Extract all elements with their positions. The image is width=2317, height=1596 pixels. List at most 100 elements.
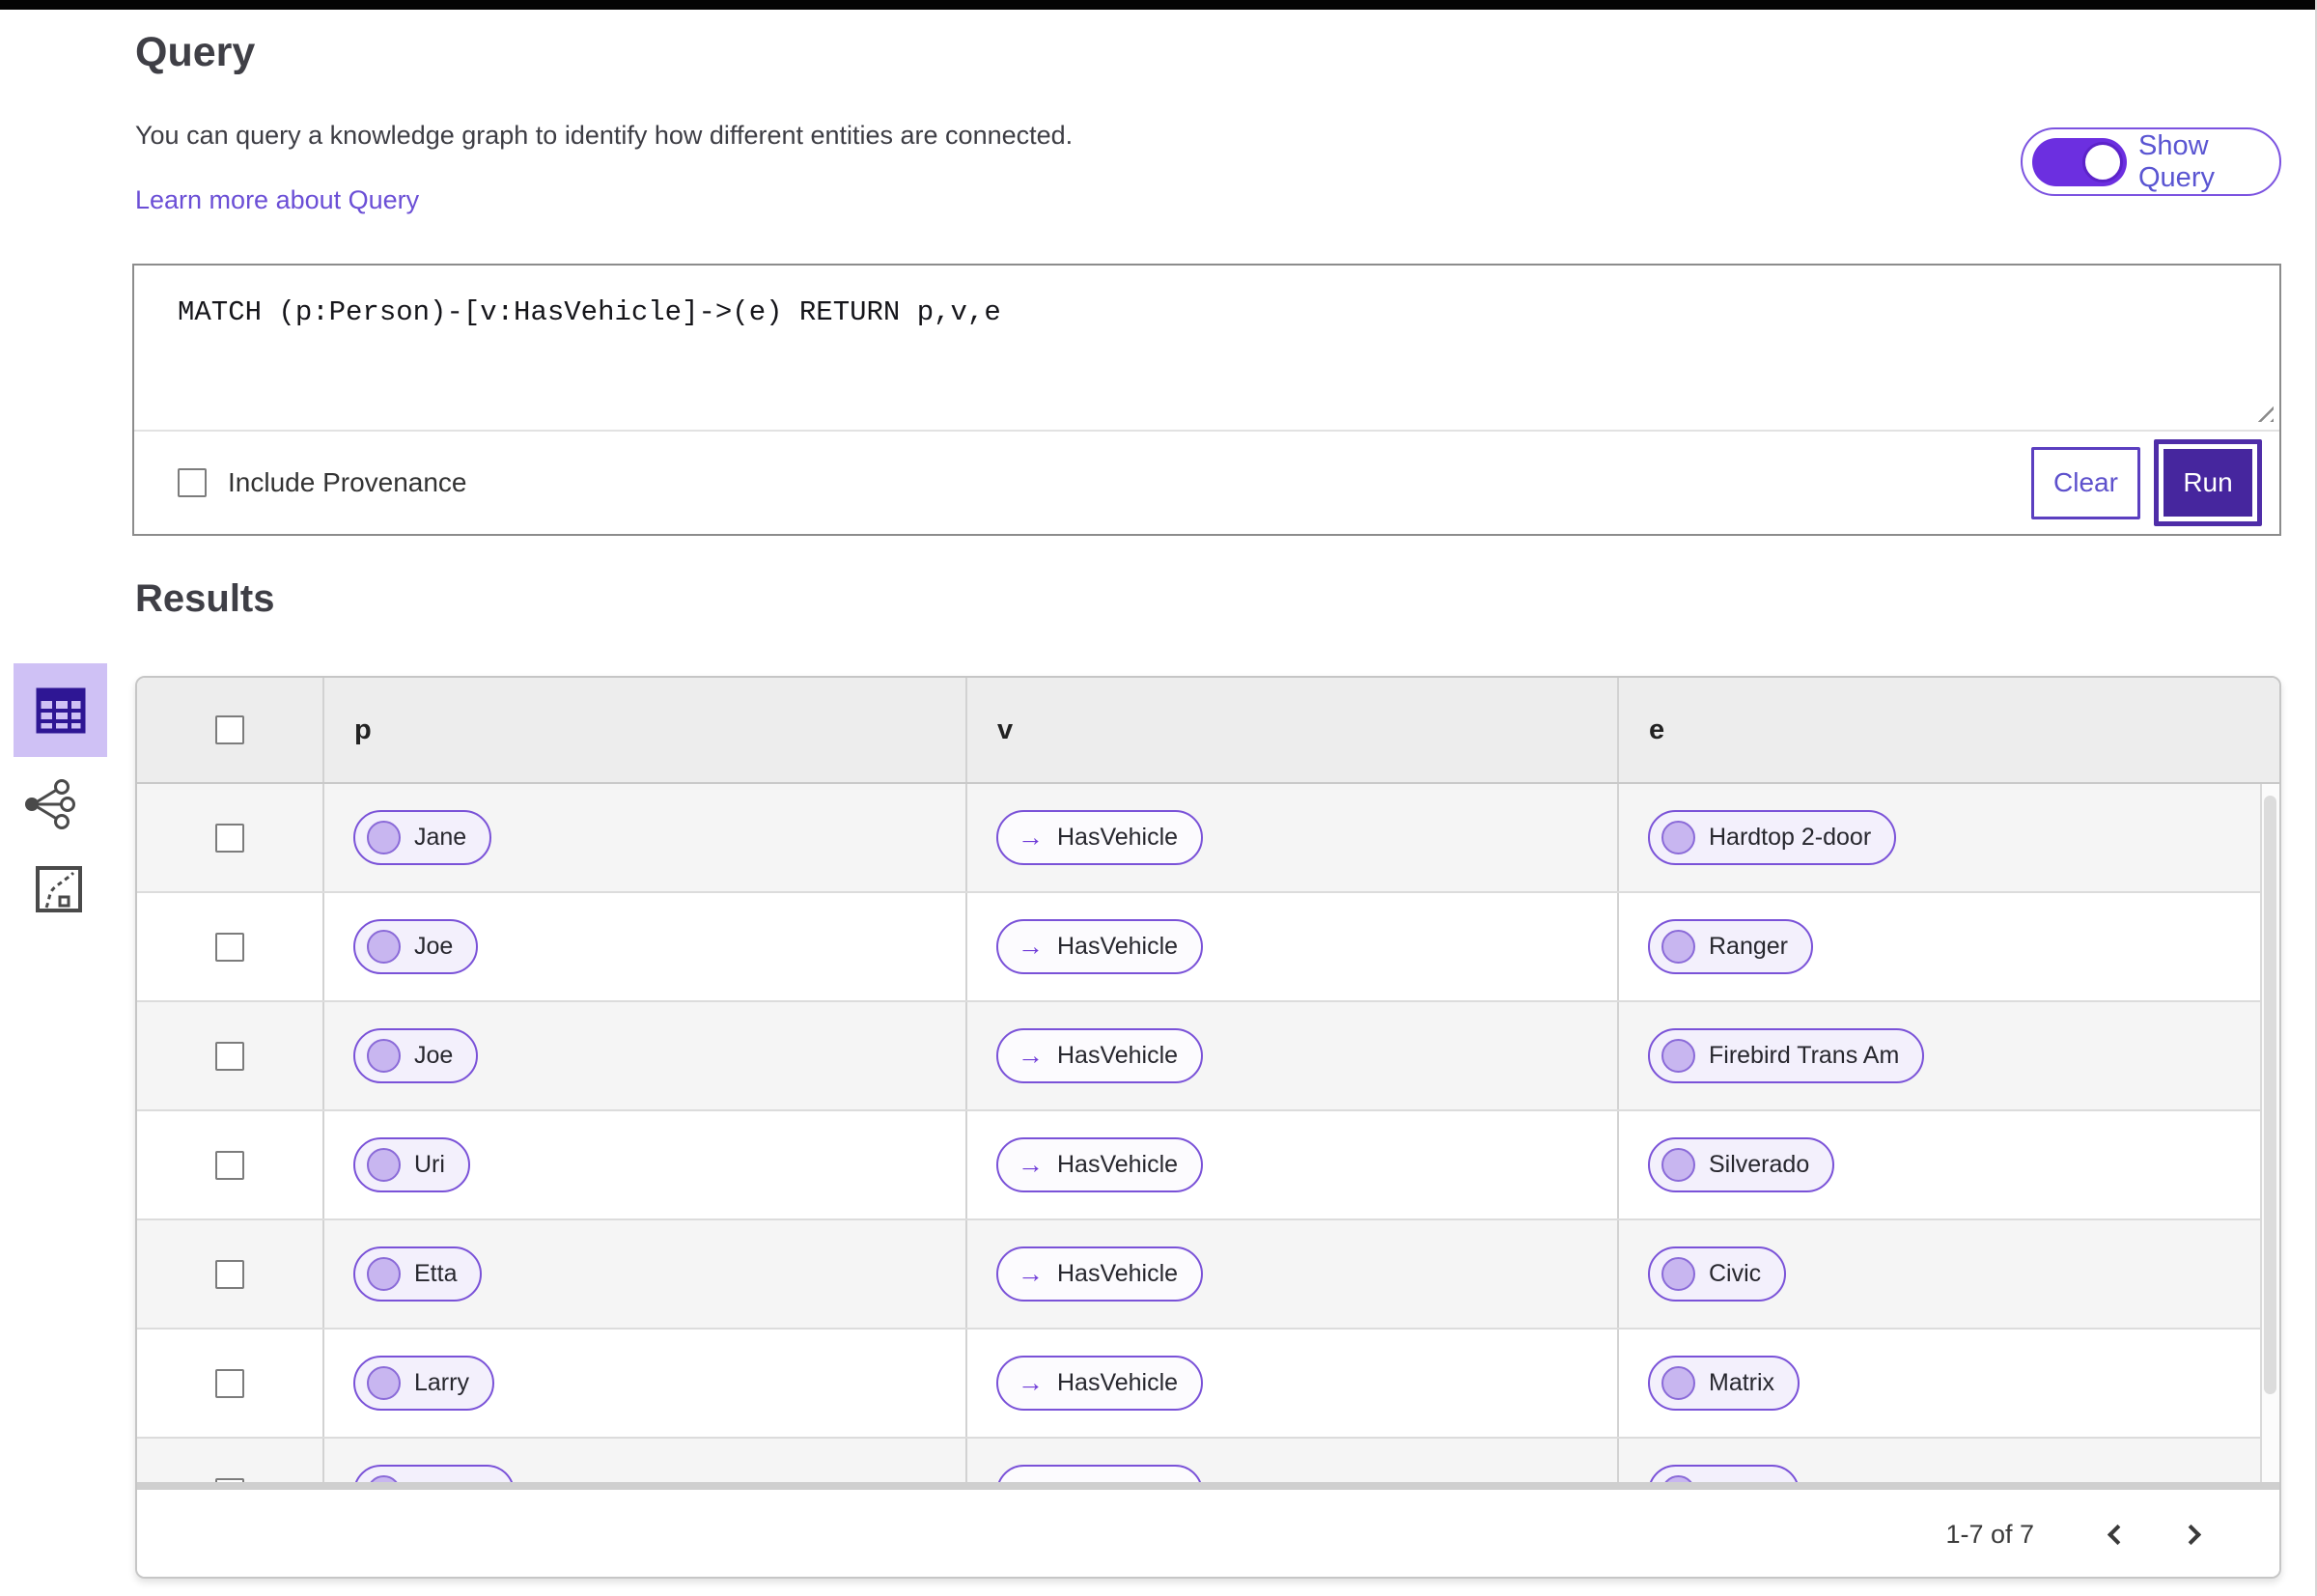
node-label: Firebird Trans Am bbox=[1709, 1042, 1900, 1069]
node-label: Lauren bbox=[414, 1478, 489, 1482]
edge-pill[interactable]: → HasVehicle bbox=[996, 810, 1204, 865]
edge-label: HasVehicle bbox=[1057, 1369, 1179, 1396]
column-header-p: p bbox=[324, 678, 967, 782]
node-pill[interactable]: Jane bbox=[353, 810, 492, 865]
node-label: Joe bbox=[414, 933, 454, 960]
view-switcher-table[interactable] bbox=[14, 663, 107, 757]
row-checkbox[interactable] bbox=[215, 823, 244, 853]
vertical-scrollbar[interactable] bbox=[2260, 784, 2279, 1482]
node-pill[interactable]: Ranger bbox=[1648, 919, 1813, 974]
node-label: Hardtop 2-door bbox=[1709, 824, 1872, 851]
edge-pill[interactable]: → HasVehicle bbox=[996, 1356, 1204, 1411]
learn-more-link[interactable]: Learn more about Query bbox=[135, 185, 419, 215]
edge-pill[interactable]: → HasVehicle bbox=[996, 1246, 1204, 1302]
node-icon bbox=[367, 1039, 401, 1073]
edge-label: HasVehicle bbox=[1057, 824, 1179, 851]
node-label: Jane bbox=[414, 824, 467, 851]
view-switcher-network[interactable] bbox=[21, 778, 77, 830]
table-view-icon bbox=[36, 687, 85, 733]
select-all-checkbox[interactable] bbox=[215, 715, 244, 744]
node-pill[interactable]: Matrix bbox=[1648, 1356, 1801, 1411]
table-row: Joe → HasVehicle Ranger bbox=[137, 893, 2279, 1002]
row-checkbox[interactable] bbox=[215, 1259, 244, 1289]
results-table-card: p v e Jane → HasVehicle Hardtop 2-door Jo… bbox=[135, 676, 2281, 1579]
row-checkbox[interactable] bbox=[215, 1477, 244, 1482]
query-editor[interactable]: MATCH (p:Person)-[v:HasVehicle]->(e) RET… bbox=[134, 266, 2279, 328]
query-editor-footer: Include Provenance Clear Run bbox=[134, 432, 2279, 534]
row-checkbox[interactable] bbox=[215, 1150, 244, 1180]
node-pill[interactable]: Etta bbox=[353, 1246, 483, 1302]
horizontal-scrollbar[interactable] bbox=[137, 1482, 2279, 1490]
column-header-e: e bbox=[1649, 714, 1665, 745]
node-pill[interactable]: Silverado bbox=[1648, 1137, 1835, 1192]
edge-label: HasVehicle bbox=[1057, 1042, 1179, 1069]
edge-arrow-icon: → bbox=[1018, 823, 1044, 852]
query-page: Query You can query a knowledge graph to… bbox=[0, 0, 2317, 1596]
node-label: Joe bbox=[414, 1042, 454, 1069]
table-row: Larry → HasVehicle Matrix bbox=[137, 1330, 2279, 1439]
node-pill[interactable]: Lauren bbox=[353, 1465, 515, 1482]
show-query-toggle[interactable]: Show Query bbox=[2021, 127, 2281, 196]
column-header-v: v bbox=[967, 678, 1619, 782]
edge-arrow-icon: → bbox=[1018, 1041, 1044, 1070]
edge-pill[interactable]: → HasVehicle bbox=[996, 1137, 1204, 1192]
query-description: You can query a knowledge graph to ident… bbox=[135, 121, 1074, 150]
network-view-icon bbox=[25, 779, 75, 829]
clear-button[interactable]: Clear bbox=[2031, 446, 2140, 519]
node-pill[interactable]: Civic bbox=[1648, 1246, 1787, 1302]
node-icon bbox=[367, 821, 401, 854]
edge-label: HasVehicle bbox=[1057, 1151, 1179, 1178]
resize-handle-icon[interactable] bbox=[2252, 401, 2274, 422]
run-button[interactable]: Run bbox=[2154, 439, 2262, 526]
pagination-prev-button[interactable] bbox=[2092, 1512, 2136, 1556]
node-label: Etta bbox=[414, 1260, 458, 1287]
node-icon bbox=[367, 1475, 401, 1482]
table-header-row: p v e bbox=[137, 678, 2279, 784]
map-view-icon bbox=[36, 866, 82, 912]
node-pill[interactable]: Hardtop 2-door bbox=[1648, 810, 1897, 865]
edge-pill[interactable]: → HasVehicle bbox=[996, 1028, 1204, 1083]
row-checkbox[interactable] bbox=[215, 932, 244, 962]
page-title: Query bbox=[135, 29, 256, 75]
edge-pill[interactable]: → HasVehicle bbox=[996, 919, 1204, 974]
node-pill[interactable]: Joe bbox=[353, 919, 479, 974]
table-row: Uri → HasVehicle Silverado bbox=[137, 1111, 2279, 1220]
table-footer: 1-7 of 7 bbox=[137, 1490, 2279, 1577]
node-pill[interactable]: Uri bbox=[353, 1137, 470, 1192]
include-provenance-checkbox[interactable] bbox=[178, 468, 207, 497]
top-border-bar bbox=[0, 0, 2315, 10]
node-label: Matrix bbox=[1709, 1478, 1774, 1482]
table-row: Jane → HasVehicle Hardtop 2-door bbox=[137, 784, 2279, 893]
node-icon bbox=[1661, 930, 1695, 964]
row-checkbox[interactable] bbox=[215, 1041, 244, 1071]
chevron-right-icon bbox=[2180, 1524, 2201, 1545]
toggle-knob bbox=[2082, 141, 2123, 182]
chevron-left-icon bbox=[2107, 1524, 2128, 1545]
toggle-switch-icon[interactable] bbox=[2032, 137, 2127, 186]
node-label: Larry bbox=[414, 1369, 469, 1396]
node-label: Matrix bbox=[1709, 1369, 1775, 1396]
row-checkbox[interactable] bbox=[215, 1368, 244, 1398]
node-pill[interactable]: Joe bbox=[353, 1028, 479, 1083]
node-label: Civic bbox=[1709, 1260, 1762, 1287]
table-row: Etta → HasVehicle Civic bbox=[137, 1220, 2279, 1330]
table-row: Joe → HasVehicle Firebird Trans Am bbox=[137, 1002, 2279, 1111]
node-label: Silverado bbox=[1709, 1151, 1810, 1178]
pagination-range: 1-7 of 7 bbox=[1945, 1519, 2034, 1549]
edge-pill[interactable]: → HasVehicle bbox=[996, 1465, 1204, 1483]
node-pill[interactable]: Matrix bbox=[1648, 1465, 1801, 1482]
edge-arrow-icon: → bbox=[1018, 1479, 1044, 1483]
edge-arrow-icon: → bbox=[1018, 1368, 1044, 1397]
pagination-next-button[interactable] bbox=[2171, 1512, 2216, 1556]
node-label: Ranger bbox=[1709, 933, 1788, 960]
include-provenance-label: Include Provenance bbox=[228, 467, 467, 497]
node-pill[interactable]: Firebird Trans Am bbox=[1648, 1028, 1925, 1083]
node-label: Uri bbox=[414, 1151, 445, 1178]
edge-arrow-icon: → bbox=[1018, 1259, 1044, 1288]
view-switcher-map[interactable] bbox=[35, 865, 83, 913]
node-pill[interactable]: Larry bbox=[353, 1356, 494, 1411]
node-icon bbox=[1661, 821, 1695, 854]
query-editor-card: MATCH (p:Person)-[v:HasVehicle]->(e) RET… bbox=[132, 264, 2281, 536]
node-icon bbox=[1661, 1257, 1695, 1291]
vertical-scrollbar-thumb[interactable] bbox=[2264, 796, 2276, 1394]
